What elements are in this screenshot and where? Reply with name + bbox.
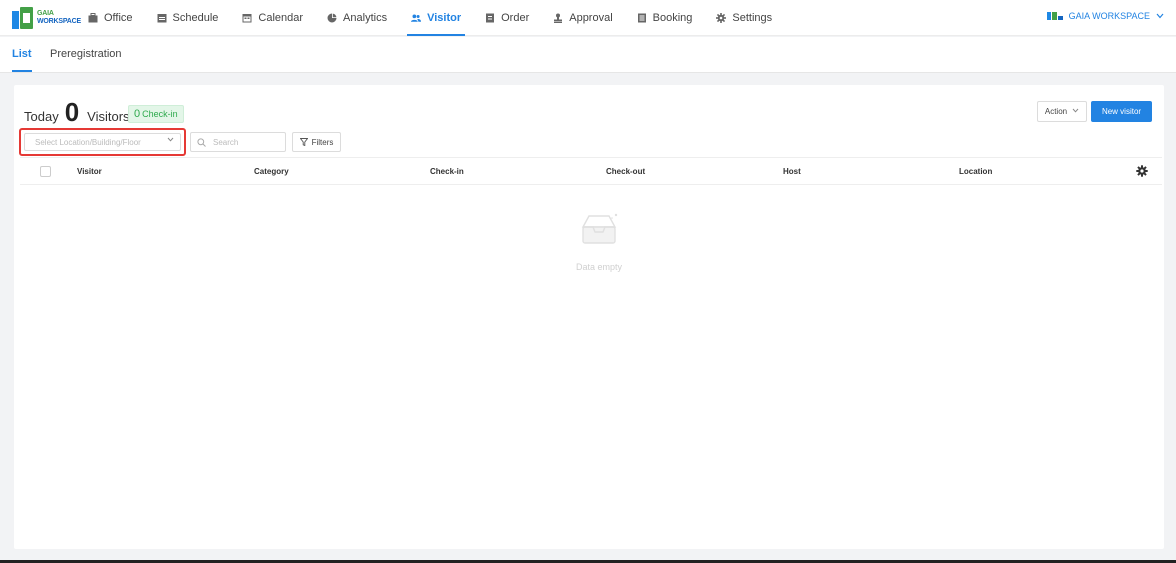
workspace-logo-icon	[1046, 12, 1063, 20]
stamp-icon	[553, 13, 563, 23]
logo-line-1: GAIA	[37, 10, 54, 17]
nav-label: Office	[104, 12, 133, 24]
nav-label: Order	[501, 12, 530, 24]
briefcase-icon	[88, 13, 98, 23]
main-nav: Office Schedule Calendar Analytics Visit…	[88, 0, 796, 36]
workspace-name: GAIA WORKSPACE	[1068, 11, 1150, 21]
nav-item-schedule[interactable]: Schedule	[157, 0, 219, 36]
nav-item-office[interactable]: Office	[88, 0, 133, 36]
search-icon	[197, 137, 209, 147]
chevron-down-icon	[1156, 12, 1164, 21]
search-placeholder: Search	[213, 137, 239, 147]
nav-item-booking[interactable]: Booking	[637, 0, 693, 36]
empty-state: Data empty	[554, 213, 644, 272]
column-header-location[interactable]: Location	[959, 167, 992, 176]
filters-button[interactable]: Filters	[292, 132, 341, 152]
today-summary: Today 0 Visitors	[24, 97, 130, 128]
action-dropdown-button[interactable]: Action	[1037, 101, 1087, 122]
column-settings-gear-icon[interactable]	[1136, 165, 1148, 177]
column-header-check-out[interactable]: Check-out	[606, 167, 645, 176]
gaia-workspace-logo[interactable]: GAIA WORKSPACE	[12, 6, 81, 30]
gear-icon	[716, 13, 727, 23]
filters-label: Filters	[311, 137, 334, 147]
nav-item-calendar[interactable]: Calendar	[242, 0, 303, 36]
search-input[interactable]: Search	[190, 132, 286, 152]
nav-item-order[interactable]: Order	[485, 0, 529, 36]
location-select-placeholder: Select Location/Building/Floor	[35, 137, 141, 147]
logo-line-2: WORKSPACE	[37, 18, 81, 25]
column-header-check-in[interactable]: Check-in	[430, 167, 464, 176]
checkin-label: Check-in	[142, 109, 178, 119]
visitor-count: 0	[64, 97, 80, 127]
filter-icon	[299, 138, 308, 146]
nav-item-settings[interactable]: Settings	[716, 0, 772, 36]
chevron-down-icon	[167, 137, 174, 144]
calendar-list-icon	[157, 13, 167, 23]
new-visitor-button[interactable]: New visitor	[1091, 101, 1152, 122]
empty-inbox-icon	[579, 213, 619, 247]
pie-chart-icon	[327, 13, 337, 23]
chevron-down-icon	[1072, 108, 1079, 115]
visitors-label: Visitors	[87, 109, 130, 124]
checkin-count: 0	[134, 108, 141, 120]
workspace-switcher[interactable]: GAIA WORKSPACE	[1046, 11, 1164, 21]
tab-preregistration[interactable]: Preregistration	[50, 48, 122, 60]
users-icon	[411, 13, 422, 23]
column-header-category[interactable]: Category	[254, 167, 289, 176]
nav-item-analytics[interactable]: Analytics	[327, 0, 387, 36]
nav-label: Visitor	[427, 12, 462, 24]
location-select-highlight: Select Location/Building/Floor	[19, 128, 186, 156]
visitor-list-card: Today 0 Visitors 0 Check-in Action New v…	[14, 85, 1164, 549]
order-icon	[485, 13, 495, 23]
table-header: Visitor Category Check-in Check-out Host…	[20, 157, 1162, 185]
nav-label: Settings	[732, 12, 773, 24]
sub-tabs: List Preregistration	[0, 37, 1176, 73]
column-header-visitor[interactable]: Visitor	[77, 167, 102, 176]
tab-list[interactable]: List	[12, 48, 32, 72]
nav-item-approval[interactable]: Approval	[553, 0, 613, 36]
top-navigation-bar: GAIA WORKSPACE Office Schedule Calendar	[0, 0, 1176, 36]
calendar-icon	[242, 13, 252, 23]
empty-state-text: Data empty	[575, 262, 623, 272]
nav-label: Approval	[569, 12, 613, 24]
nav-item-visitor[interactable]: Visitor	[407, 0, 466, 36]
action-label: Action	[1044, 107, 1068, 116]
column-header-host[interactable]: Host	[783, 167, 801, 176]
nav-label: Calendar	[258, 12, 304, 24]
checkin-badge: 0 Check-in	[128, 105, 184, 123]
book-icon	[637, 13, 647, 23]
location-select[interactable]: Select Location/Building/Floor	[24, 133, 181, 151]
nav-label: Analytics	[343, 12, 388, 24]
nav-label: Schedule	[172, 12, 219, 24]
today-label: Today	[24, 109, 59, 124]
logo-mark-icon	[12, 7, 34, 29]
nav-label: Booking	[652, 12, 693, 24]
select-all-checkbox[interactable]	[40, 166, 51, 177]
